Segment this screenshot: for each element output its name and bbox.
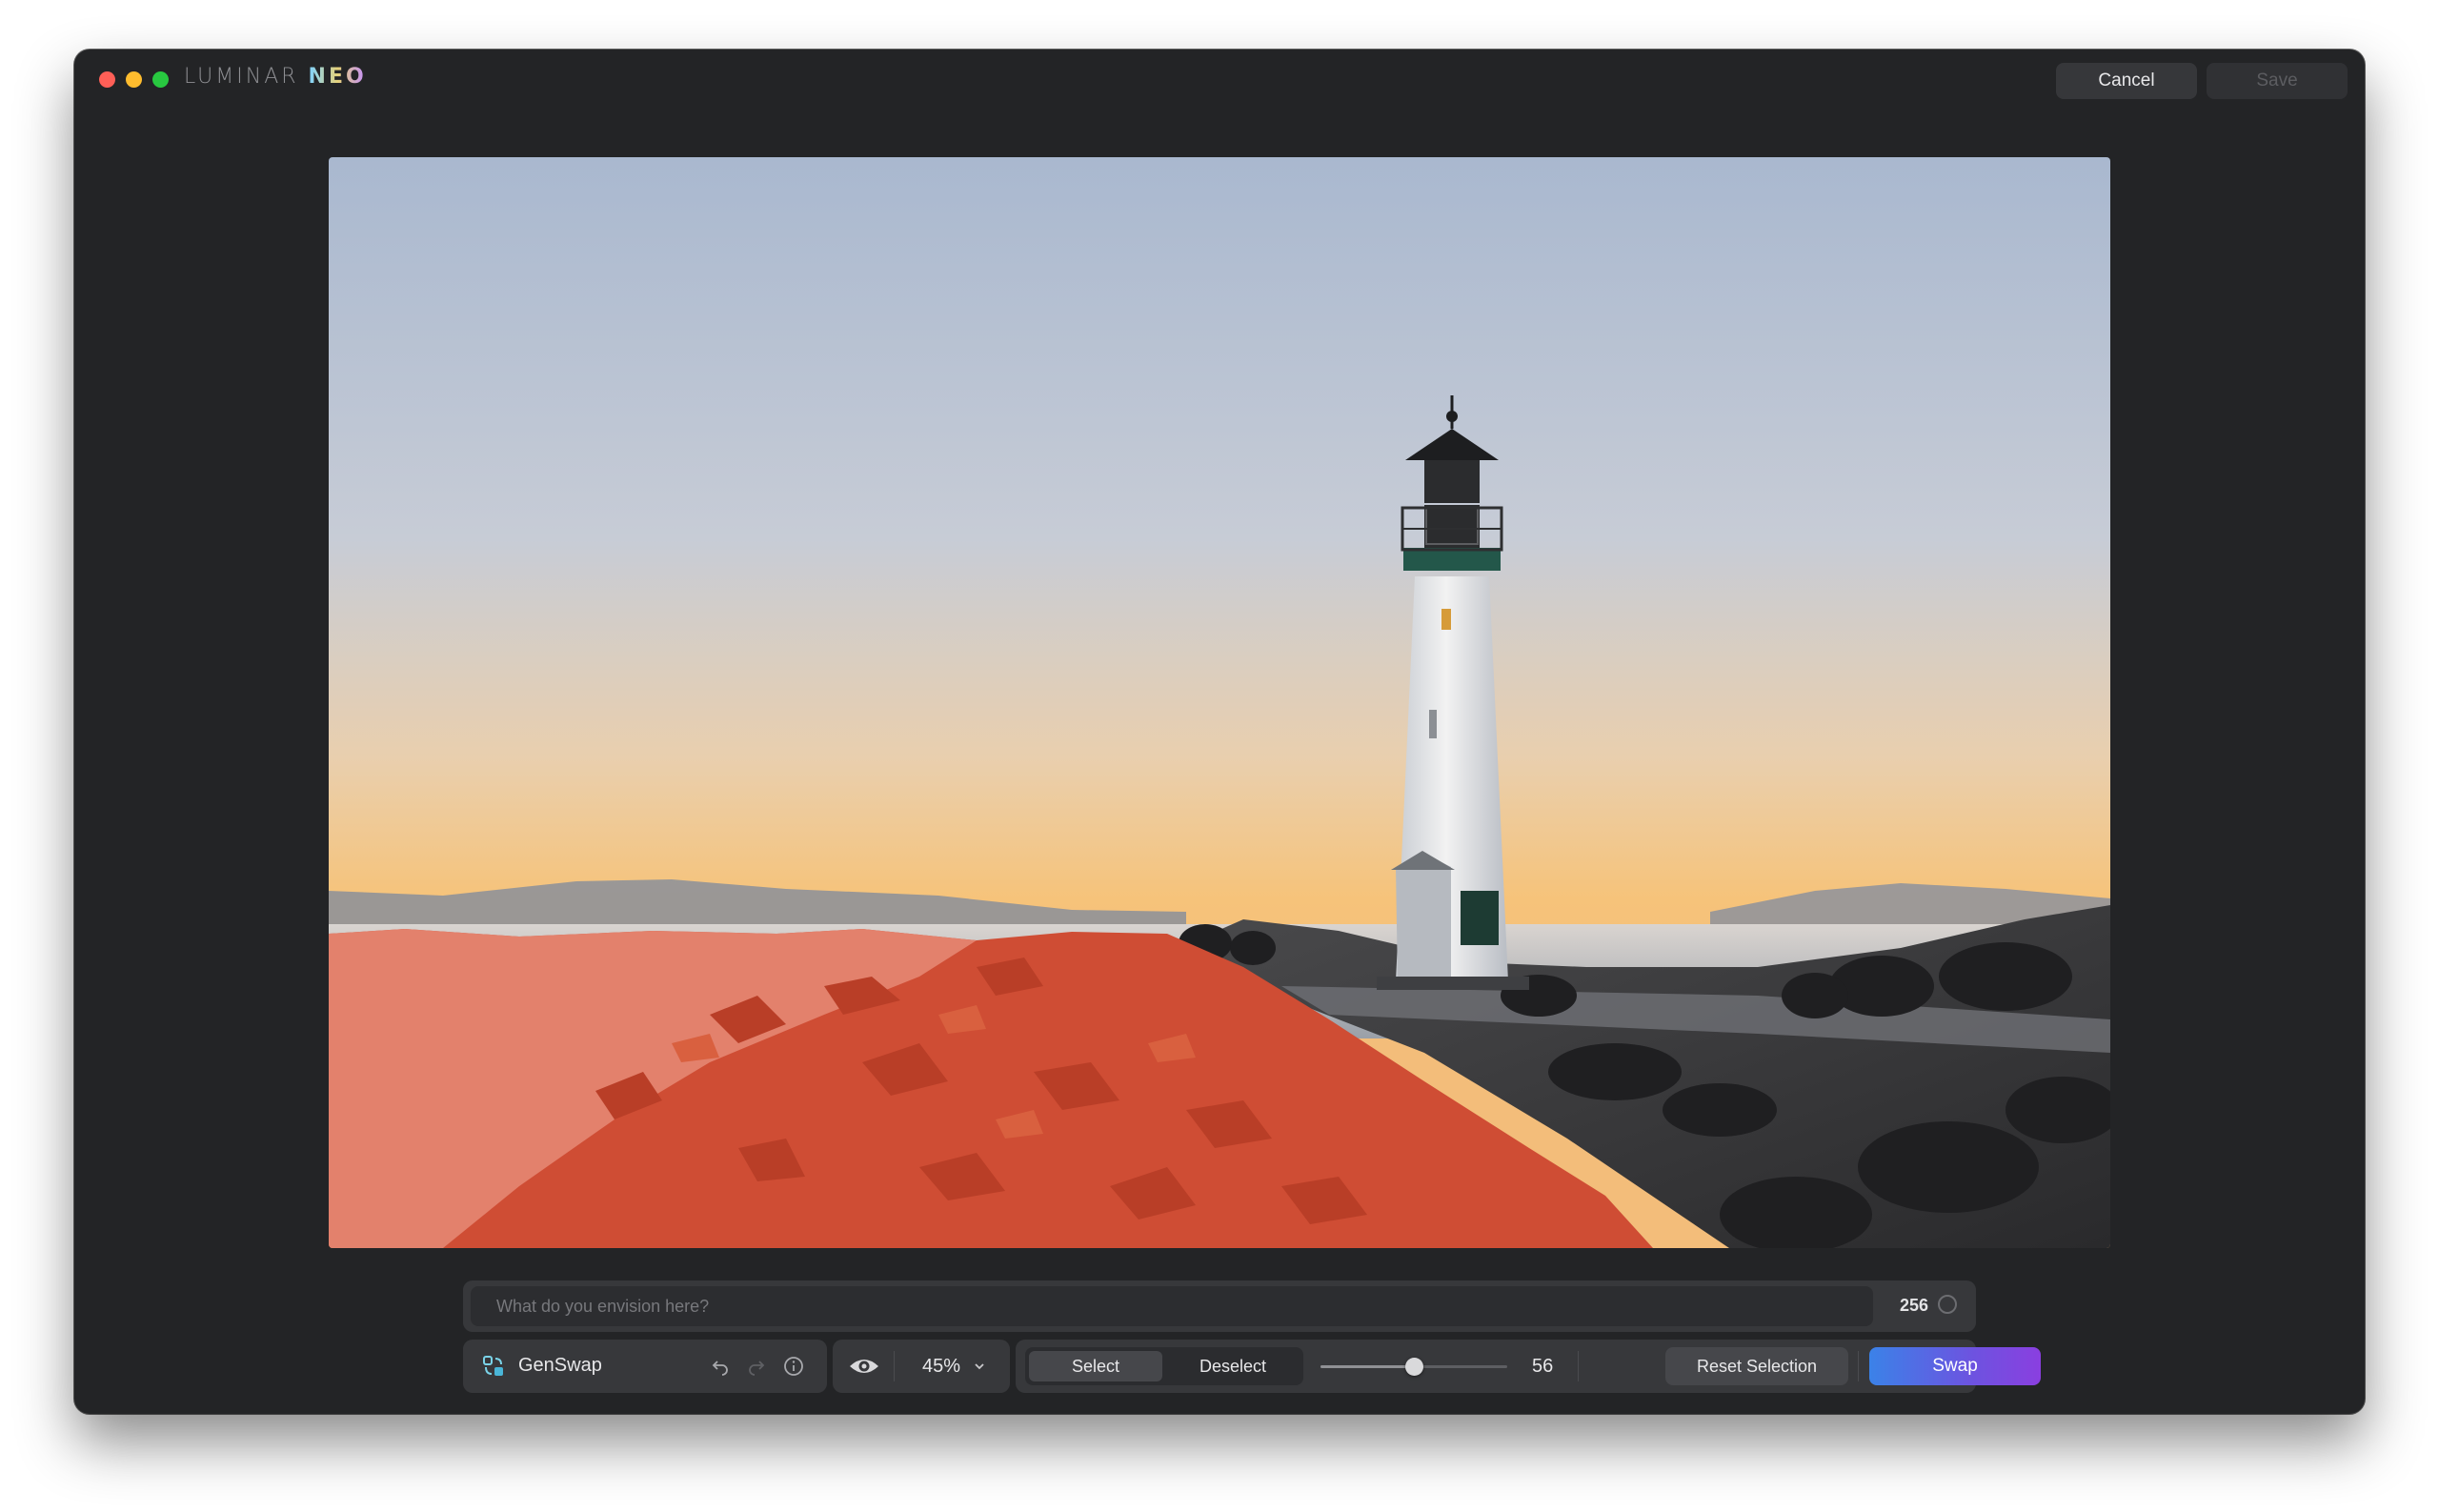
- app-name-accent: NEO: [308, 65, 367, 89]
- divider: [1858, 1351, 1859, 1381]
- undo-icon[interactable]: [707, 1353, 734, 1380]
- info-icon[interactable]: [780, 1353, 807, 1380]
- brush-size-value: 56: [1532, 1356, 1554, 1377]
- prompt-bar: 256: [463, 1280, 1976, 1332]
- tool-group: GenSwap: [463, 1340, 827, 1393]
- swap-button[interactable]: Swap: [1869, 1347, 2041, 1385]
- prompt-input[interactable]: [471, 1286, 1873, 1326]
- tool-name: GenSwap: [518, 1355, 602, 1376]
- window-maximize-button[interactable]: [152, 71, 169, 88]
- divider: [894, 1351, 895, 1381]
- eye-icon[interactable]: [848, 1353, 880, 1380]
- reset-selection-button[interactable]: Reset Selection: [1665, 1347, 1848, 1385]
- slider-handle[interactable]: [1404, 1358, 1423, 1376]
- chevron-down-icon[interactable]: [972, 1359, 987, 1374]
- char-count-ring-icon: [1938, 1295, 1957, 1314]
- select-button[interactable]: Select: [1029, 1351, 1162, 1381]
- save-button[interactable]: Save: [2207, 63, 2348, 99]
- view-group: 45%: [833, 1340, 1010, 1393]
- app-logo: LUMINAR NEO: [184, 65, 367, 89]
- photo-canvas[interactable]: [329, 157, 2110, 1248]
- selection-group: Select Deselect 56 Reset Selection Swap: [1016, 1340, 2041, 1393]
- app-window: LUMINAR NEO Cancel Save What do you envi…: [74, 50, 2365, 1414]
- slider-fill: [1320, 1365, 1414, 1368]
- deselect-button[interactable]: Deselect: [1166, 1351, 1300, 1381]
- lighthouse-photo: [329, 157, 2110, 1248]
- selection-mode-toggle: Select Deselect: [1025, 1347, 1303, 1385]
- genswap-icon: [482, 1355, 505, 1378]
- divider: [1578, 1351, 1579, 1381]
- app-name: LUMINAR: [184, 65, 299, 89]
- window-minimize-button[interactable]: [126, 71, 142, 88]
- char-count: 256: [1900, 1296, 1929, 1315]
- window-close-button[interactable]: [99, 71, 115, 88]
- cancel-button[interactable]: Cancel: [2056, 63, 2197, 99]
- brush-size-slider[interactable]: [1320, 1358, 1507, 1376]
- zoom-level[interactable]: 45%: [922, 1356, 960, 1378]
- redo-icon[interactable]: [743, 1353, 770, 1380]
